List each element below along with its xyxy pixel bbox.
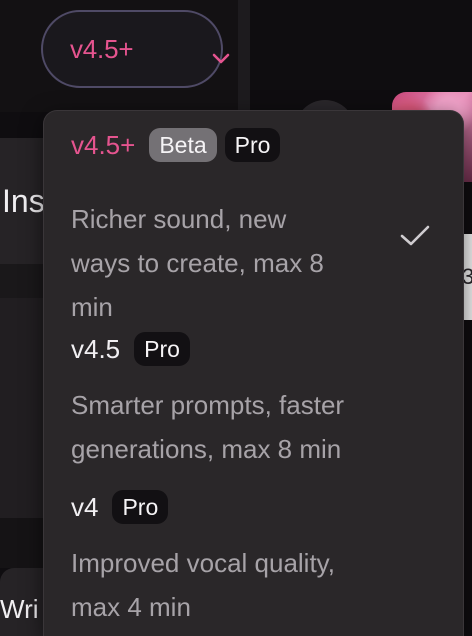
left-panel-gap: [0, 112, 46, 138]
check-icon: [400, 225, 430, 246]
menu-item-title: v4.5: [71, 333, 121, 364]
description-line: Smarter prompts, faster: [71, 390, 345, 420]
description-line: Richer sound, new: [71, 204, 287, 234]
menu-item-description: Improved vocal quality, max 4 min: [71, 541, 335, 629]
left-panel-gap: [0, 518, 48, 568]
version-dropdown-menu: v4.5+ Beta Pro Richer sound, new ways to…: [43, 110, 464, 636]
menu-item-header: v4.5 Pro: [71, 331, 190, 367]
description-line: max 4 min: [71, 592, 191, 622]
menu-item-v4-5-plus[interactable]: v4.5+ Beta Pro Richer sound, new ways to…: [44, 127, 463, 322]
description-line: ways to create, max 8: [71, 248, 324, 278]
background-label: Ins: [2, 183, 45, 219]
pro-badge: Pro: [112, 490, 169, 524]
menu-item-header: v4 Pro: [71, 489, 169, 525]
menu-item-description: Richer sound, new ways to create, max 8 …: [71, 197, 324, 329]
version-select-button[interactable]: v4.5+: [41, 10, 230, 88]
description-line: generations, max 8 min: [71, 434, 342, 464]
menu-item-title: v4.5+: [71, 129, 136, 160]
background-label: Wri: [0, 594, 39, 624]
left-panel-gap: [0, 264, 48, 298]
description-line: min: [71, 292, 113, 322]
right-panel-top: [250, 0, 472, 92]
menu-item-v4[interactable]: v4 Pro Improved vocal quality, max 4 min: [44, 489, 463, 636]
description-line: Improved vocal quality,: [71, 548, 335, 578]
version-select-label: v4.5+: [70, 33, 134, 64]
beta-badge: Beta: [149, 128, 217, 162]
pro-badge: Pro: [134, 332, 190, 366]
left-panel-textarea[interactable]: [0, 298, 48, 518]
menu-item-title: v4: [71, 491, 99, 522]
menu-item-v4-5[interactable]: v4.5 Pro Smarter prompts, faster generat…: [44, 331, 463, 471]
app-screen: Ins Wri 3 v4.5+ v4.5+ Beta Pro Richer so…: [0, 0, 472, 636]
panel-divider: [238, 0, 250, 120]
chevron-down-icon: [212, 53, 230, 64]
menu-item-description: Smarter prompts, faster generations, max…: [71, 383, 344, 471]
pro-badge: Pro: [224, 128, 281, 162]
menu-item-header: v4.5+ Beta Pro: [71, 127, 281, 163]
